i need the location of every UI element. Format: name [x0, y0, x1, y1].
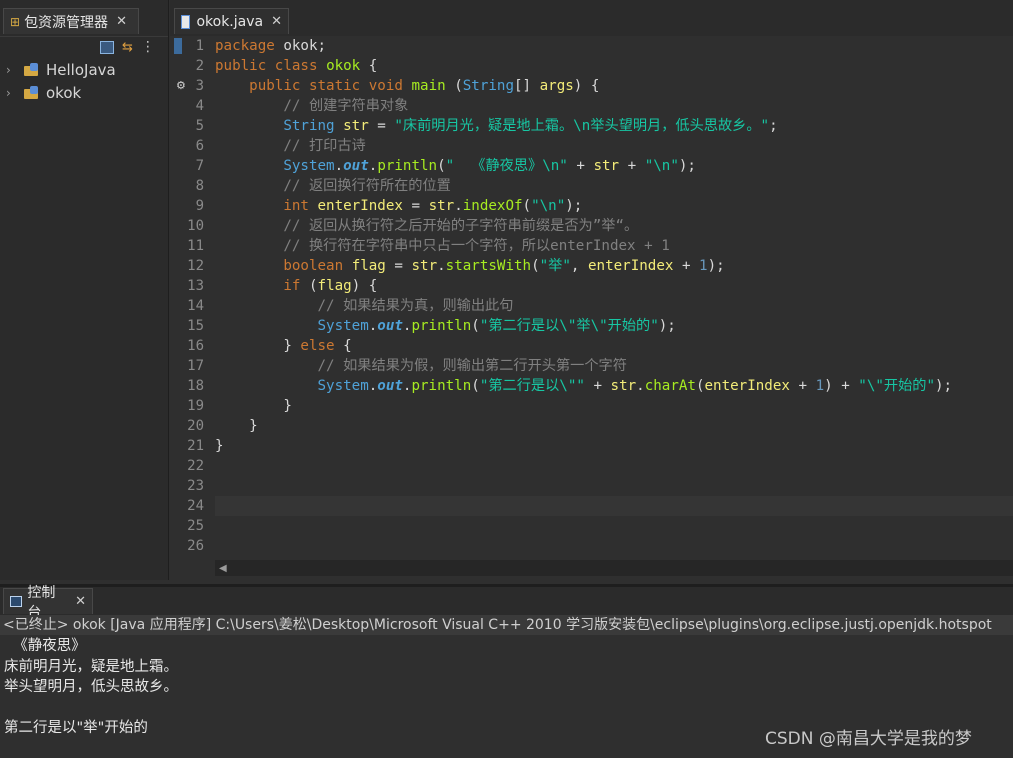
line-number: 6 — [195, 138, 204, 154]
horizontal-scrollbar[interactable] — [215, 560, 1013, 576]
explorer-toolbar: ⇆ ⋮ — [100, 38, 155, 56]
explorer-tab-bar: ⊞ 包资源管理器 ✕ — [0, 0, 168, 37]
code-line[interactable]: int enterIndex = str.indexOf("\n"); — [215, 196, 582, 216]
code-line[interactable]: // 返回从换行符之后开始的子字符串前缀是否为”举“。 — [215, 216, 638, 236]
line-number: 20 — [187, 418, 204, 434]
tab-label: okok.java — [196, 13, 264, 30]
line-number: 2 — [195, 58, 204, 74]
line-number: 22 — [187, 458, 204, 474]
java-project-icon — [24, 86, 40, 100]
console-icon — [10, 596, 23, 607]
tree-item-hellojava[interactable]: › HelloJava — [6, 59, 116, 81]
line-number: 1 — [195, 38, 204, 54]
link-with-editor-icon[interactable]: ⇆ — [122, 40, 133, 55]
line-number: 15 — [187, 318, 204, 334]
line-number: 19 — [187, 398, 204, 414]
code-line[interactable]: // 如果结果为真，则输出此句 — [215, 296, 514, 316]
code-line[interactable]: // 换行符在字符串中只占一个字符，所以enterIndex + 1 — [215, 236, 669, 256]
code-line[interactable]: } — [215, 436, 224, 456]
code-line[interactable]: System.out.println("第二行是以\"举\"开始的"); — [215, 316, 676, 336]
line-number: 16 — [187, 338, 204, 354]
code-line[interactable]: package okok; — [215, 36, 326, 56]
line-number: 24 — [187, 498, 204, 514]
line-number: 10 — [187, 218, 204, 234]
console-output-line: 举头望明月，低头思故乡。 — [4, 679, 178, 695]
code-line[interactable]: String str = "床前明月光，疑是地上霜。\n举头望明月，低头思故乡。… — [215, 116, 777, 136]
scroll-left-icon[interactable]: ◀ — [219, 563, 227, 574]
package-explorer-icon: ⊞ — [10, 14, 21, 29]
java-project-icon — [24, 63, 40, 77]
java-file-icon — [181, 14, 191, 29]
tree-item-label: HelloJava — [46, 61, 116, 79]
code-line[interactable]: System.out.println(" 《静夜思》\n" + str + "\… — [215, 156, 696, 176]
code-line[interactable]: public class okok { — [215, 56, 377, 76]
line-number: 5 — [195, 118, 204, 134]
line-number: 3 — [195, 78, 204, 94]
code-line[interactable]: // 如果结果为假，则输出第二行开头第一个字符 — [215, 356, 627, 376]
console-output-line: 《静夜思》 — [4, 638, 86, 654]
line-number: 4 — [195, 98, 204, 114]
line-number: 14 — [187, 298, 204, 314]
code-line[interactable]: public static void main (String[] args) … — [215, 76, 599, 96]
close-icon[interactable]: ✕ — [116, 14, 127, 29]
line-number: 9 — [195, 198, 204, 214]
line-number: 12 — [187, 258, 204, 274]
code-line[interactable]: boolean flag = str.startsWith("举", enter… — [215, 256, 724, 276]
line-number: 7 — [195, 158, 204, 174]
close-icon[interactable]: ✕ — [75, 594, 86, 609]
console-tab-bar: 控制台 ✕ — [0, 585, 1013, 621]
tree-item-okok[interactable]: › okok — [6, 82, 81, 104]
line-number: 25 — [187, 518, 204, 534]
chevron-right-icon[interactable]: › — [6, 86, 20, 100]
console-output-line: 床前明月光，疑是地上霜。 — [4, 658, 178, 675]
close-icon[interactable]: ✕ — [271, 14, 282, 29]
line-number: 8 — [195, 178, 204, 194]
watermark-text: CSDN @南昌大学是我的梦 — [765, 729, 972, 749]
tab-console[interactable]: 控制台 ✕ — [3, 585, 93, 621]
view-menu-icon[interactable]: ⋮ — [141, 39, 155, 55]
line-number: 13 — [187, 278, 204, 294]
chevron-right-icon[interactable]: › — [6, 63, 20, 77]
code-line[interactable]: // 打印古诗 — [215, 136, 365, 156]
line-number: 11 — [187, 238, 204, 254]
code-line[interactable]: } — [215, 416, 258, 436]
code-line[interactable]: } else { — [215, 336, 351, 356]
line-number: 23 — [187, 478, 204, 494]
code-line[interactable]: System.out.println("第二行是以\"" + str.charA… — [215, 376, 953, 396]
line-number: 21 — [187, 438, 204, 454]
line-number: 17 — [187, 358, 204, 374]
console-output-line: 第二行是以"举"开始的 — [4, 720, 148, 736]
editor-tab-bar: okok.java ✕ — [170, 0, 1013, 36]
tab-label: 包资源管理器 — [24, 14, 109, 31]
line-number: 18 — [187, 378, 204, 394]
collapse-all-icon[interactable] — [100, 40, 114, 54]
code-line[interactable]: if (flag) { — [215, 276, 377, 296]
tab-okok-java[interactable]: okok.java ✕ — [174, 8, 289, 34]
code-line[interactable]: // 返回换行符所在的位置 — [215, 176, 451, 196]
code-line[interactable]: } — [215, 396, 292, 416]
current-line-highlight — [215, 496, 1013, 516]
code-line[interactable]: // 创建字符串对象 — [215, 96, 408, 116]
line-number: 26 — [187, 538, 204, 554]
tab-package-explorer[interactable]: ⊞ 包资源管理器 ✕ — [3, 8, 139, 34]
tree-item-label: okok — [46, 84, 82, 102]
console-header: <已终止> okok [Java 应用程序] C:\Users\姜松\Deskt… — [0, 615, 1013, 635]
